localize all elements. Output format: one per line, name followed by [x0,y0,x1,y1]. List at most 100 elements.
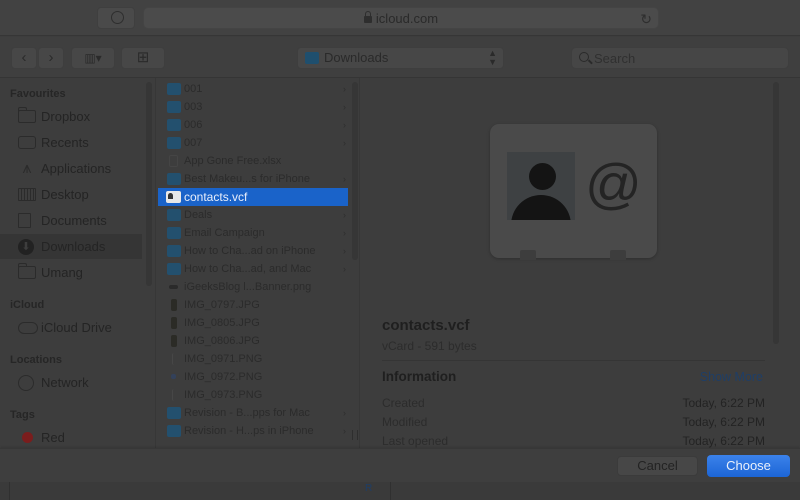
file-name: IMG_0973.PNG [184,389,263,401]
sidebar-scrollbar[interactable] [146,82,152,286]
forward-button[interactable]: › [38,47,64,69]
file-row[interactable]: Deals › [158,206,348,224]
show-more-link[interactable]: Show More [700,370,763,384]
preview-scrollbar[interactable] [773,82,779,344]
location-select[interactable]: Downloads ▲ ▼ [297,47,504,69]
preview-file-name: contacts.vcf [382,317,470,334]
file-row[interactable]: How to Cha...ad on iPhone › [158,242,348,260]
folder-icon [167,119,181,131]
info-value: Today, 6:22 PM [682,415,766,429]
downloads-icon: ⬇ [18,239,34,255]
file-name: How to Cha...ad on iPhone [184,245,316,257]
file-row[interactable]: IMG_0971.PNG [158,350,348,368]
file-row[interactable]: IMG_0806.JPG [158,332,348,350]
file-row[interactable]: How to Cha...ad, and Mac › [158,260,348,278]
chevron-right-icon: › [343,228,346,238]
card-notch [610,250,626,260]
file-row[interactable]: IMG_0797.JPG [158,296,348,314]
folder-icon [167,263,181,275]
sidebar-item-downloads[interactable]: ⬇ Downloads [0,234,142,259]
updown-chevron-icon: ▲ ▼ [488,48,497,67]
choose-button[interactable]: Choose [707,455,790,477]
cancel-button[interactable]: Cancel [617,456,698,476]
sidebar: Favourites Dropbox Recents ⩚ Application… [0,78,155,448]
folder-icon [167,137,181,149]
file-name: Revision - B...pps for Mac [184,407,310,419]
desktop-icon [18,188,36,201]
reload-icon[interactable]: ↻ [640,9,652,30]
chevron-right-icon: › [343,138,346,148]
file-row[interactable]: IMG_0973.PNG [158,386,348,404]
chevron-right-icon: › [343,264,346,274]
sidebar-item-label: Applications [41,161,112,176]
file-row[interactable]: 003 › [158,98,348,116]
image-icon [172,353,176,365]
chevron-right-icon: › [343,426,346,436]
file-row[interactable]: iGeeksBlog l...Banner.png [158,278,348,296]
file-row[interactable]: App Gone Free.xlsx [158,152,348,170]
card-notch [520,250,536,260]
network-icon [18,375,34,391]
file-name: IMG_0972.PNG [184,371,263,383]
sidebar-item-network[interactable]: Network [0,370,142,395]
sidebar-item-dropbox[interactable]: Dropbox [0,104,142,129]
dialog-toolbar: ‹ › ▥▾ ⊞ Downloads ▲ ▼ [0,37,800,78]
sidebar-item-umang[interactable]: Umang [0,260,142,285]
file-name: 003 [184,101,203,113]
info-value: Today, 6:22 PM [682,396,766,410]
url-text: icloud.com [375,11,439,26]
vcard-preview-image: @ [490,124,657,260]
dialog-button-bar: Cancel Choose [0,448,800,482]
chevron-right-icon: › [343,120,346,130]
document-icon [169,155,178,167]
address-bar[interactable]: icloud.com ↻ [143,7,659,29]
view-mode-button[interactable]: ▥▾ [71,47,115,69]
file-name: Revision - H...ps in iPhone [184,425,314,437]
file-row[interactable]: IMG_0805.JPG [158,314,348,332]
folder-icon [167,83,181,95]
info-row-created: Created Today, 6:22 PM [382,396,765,414]
applications-icon: ⩚ [22,160,32,177]
image-icon [171,317,177,329]
file-name: IMG_0805.JPG [184,317,260,329]
chevron-right-icon: › [343,84,346,94]
sidebar-item-red-tag[interactable]: Red [0,425,142,450]
sidebar-item-desktop[interactable]: Desktop [0,182,142,207]
file-name: IMG_0806.JPG [184,335,260,347]
sidebar-section-tags: Tags [10,409,35,421]
file-row-selected[interactable]: contacts.vcf [158,188,348,206]
preview-pane: @ contacts.vcf vCard - 591 bytes Informa… [361,78,800,448]
red-tag-icon [22,432,33,443]
file-row[interactable]: Best Makeu...s for iPhone › [158,170,348,188]
file-name: iGeeksBlog l...Banner.png [184,281,312,293]
back-button[interactable]: ‹ [11,47,37,69]
folder-icon [167,407,181,419]
sidebar-section-favourites: Favourites [10,88,66,100]
file-name: 001 [184,83,203,95]
sidebar-item-applications[interactable]: ⩚ Applications [0,156,142,181]
sidebar-item-recents[interactable]: Recents [0,130,142,155]
at-sign-icon: @ [585,152,642,215]
folder-icon [305,52,319,64]
file-name: Best Makeu...s for iPhone [184,173,310,185]
file-row[interactable]: 007 › [158,134,348,152]
new-folder-button[interactable]: ⊞ [121,47,165,69]
file-row[interactable]: Revision - H...ps in iPhone › [158,422,348,440]
folder-icon [18,263,36,279]
chevron-left-icon: ‹ [21,49,27,66]
file-row[interactable]: Revision - B...pps for Mac › [158,404,348,422]
tab-overview-button[interactable] [97,7,135,29]
sidebar-item-icloud-drive[interactable]: iCloud Drive [0,315,142,340]
file-row[interactable]: 001 › [158,80,348,98]
recents-icon [18,136,36,149]
sidebar-item-documents[interactable]: Documents [0,208,142,233]
file-list-scrollbar[interactable] [352,82,358,260]
file-row[interactable]: Email Campaign › [158,224,348,242]
column-resize-handle[interactable] [352,430,358,440]
search-input[interactable] [594,50,784,66]
file-row[interactable]: IMG_0972.PNG [158,368,348,386]
sidebar-item-label: Desktop [41,187,89,202]
search-field[interactable] [571,47,789,69]
info-label: Created [382,396,425,410]
file-row[interactable]: 006 › [158,116,348,134]
